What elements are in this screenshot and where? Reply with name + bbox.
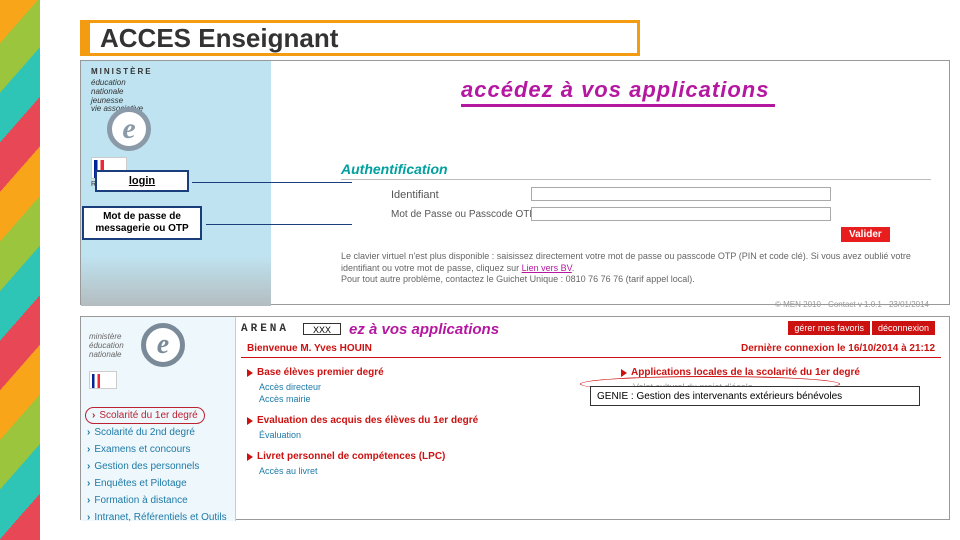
link-acces-directeur[interactable]: Accès directeur [259,381,321,394]
auth-subheading: Authentification [341,161,448,177]
menu-item-enquetes[interactable]: Enquêtes et Pilotage [85,475,231,492]
arena-app-line: ez à vos applications [349,321,499,338]
password-label: Mot de Passe ou Passcode OTP [391,209,536,220]
decorative-left-strip [0,0,40,540]
help-text: Le clavier virtuel n'est plus disponible… [341,251,941,286]
arena-sidebar: ministère éducation nationale e Scolarit… [81,317,236,521]
menu-item-scolarite-1er[interactable]: Scolarité du 1er degré [85,407,205,424]
slide-title: ACCES Enseignant [100,23,338,54]
link-acces-mairie[interactable]: Accès mairie [259,393,311,406]
france-flag-icon-2 [89,371,117,389]
auth-main: accédez à vos applications Authentificat… [281,61,941,306]
slide-title-bar: ACCES Enseignant [80,20,640,56]
arena-logo: ARENA [241,323,291,335]
password-input[interactable] [531,207,831,221]
tab-logout[interactable]: déconnexion [872,321,935,335]
children-photo-placeholder [81,256,271,306]
menu-item-intranet[interactable]: Intranet, Référentiels et Outils [85,509,231,526]
callout-line-2 [206,224,352,225]
password-callout: Mot de passe de messagerie ou OTP [82,206,202,240]
access-apps-heading: accédez à vos applications [461,77,769,103]
red-rule [241,357,941,358]
menu-item-formation[interactable]: Formation à distance [85,492,231,509]
menu-item-scolarite-2nd[interactable]: Scolarité du 2nd degré [85,424,231,441]
highlight-box-genie: GENIE : Gestion des intervenants extérie… [590,386,920,406]
menu-item-examens[interactable]: Examens et concours [85,441,231,458]
bv-link[interactable]: Lien vers BV [522,263,572,273]
separator [341,179,931,180]
xxx-overlay: XXX [303,323,341,335]
last-connection: Dernière connexion le 16/10/2014 à 21:12 [741,343,935,354]
e-logo-icon: e [107,107,151,151]
welcome-text: Bienvenue M. Yves HOUIN [247,343,372,354]
ministry-word: MINISTÈRE [91,67,153,76]
menu-item-personnels[interactable]: Gestion des personnels [85,458,231,475]
login-callout: login [95,170,189,192]
arena-panel: ministère éducation nationale e Scolarit… [80,316,950,520]
identifiant-label: Identifiant [391,189,439,201]
arena-menu: Scolarité du 1er degré Scolarité du 2nd … [85,405,231,526]
link-evaluation[interactable]: Évaluation [259,429,301,442]
identifiant-input[interactable] [531,187,831,201]
footer-text: © MEN 2010 - Contact v 1.0.1 - 23/01/201… [775,300,929,309]
ministry-lines-2: ministère éducation nationale [89,333,124,359]
e-logo-icon-2: e [141,323,185,367]
arena-tabs: gérer mes favoris déconnexion [788,321,935,335]
section-lpc: Livret personnel de compétences (LPC) [247,451,445,462]
callout-line-1 [192,182,352,183]
link-livret[interactable]: Accès au livret [259,465,318,478]
section-base-eleves: Base élèves premier degré [247,367,384,378]
tab-favorites[interactable]: gérer mes favoris [788,321,870,335]
valider-button[interactable]: Valider [841,227,890,242]
section-evaluation: Evaluation des acquis des élèves du 1er … [247,415,478,426]
